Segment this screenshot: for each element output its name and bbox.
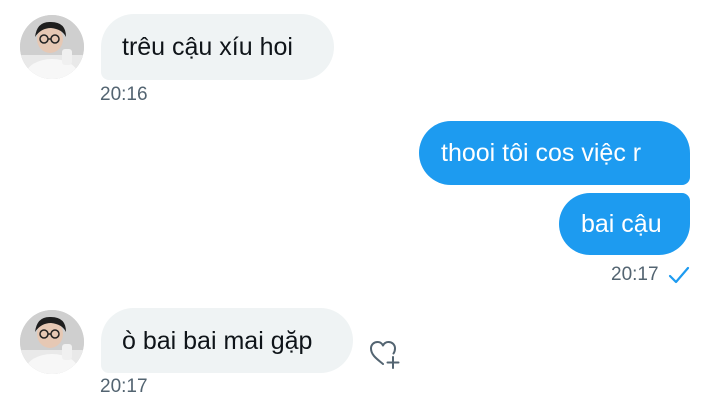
message-bubble[interactable]: trêu cậu xíu hoi bbox=[101, 14, 334, 80]
message-bubble[interactable]: ò bai bai mai gặp bbox=[101, 308, 353, 373]
avatar[interactable] bbox=[20, 310, 84, 374]
message-text: ò bai bai mai gặp bbox=[122, 327, 313, 355]
timestamp: 20:16 bbox=[100, 84, 148, 105]
message-bubble[interactable]: thooi tôi cos việc r bbox=[419, 121, 690, 185]
avatar[interactable] bbox=[20, 15, 84, 79]
check-icon bbox=[668, 266, 690, 284]
heart-plus-icon[interactable] bbox=[366, 336, 402, 372]
message-text: trêu cậu xíu hoi bbox=[122, 33, 293, 61]
timestamp: 20:17 bbox=[100, 376, 148, 397]
message-text: thooi tôi cos việc r bbox=[441, 139, 642, 167]
timestamp: 20:17 bbox=[611, 264, 659, 285]
message-text: bai cậu bbox=[581, 210, 662, 238]
message-bubble[interactable]: bai cậu bbox=[559, 193, 690, 255]
